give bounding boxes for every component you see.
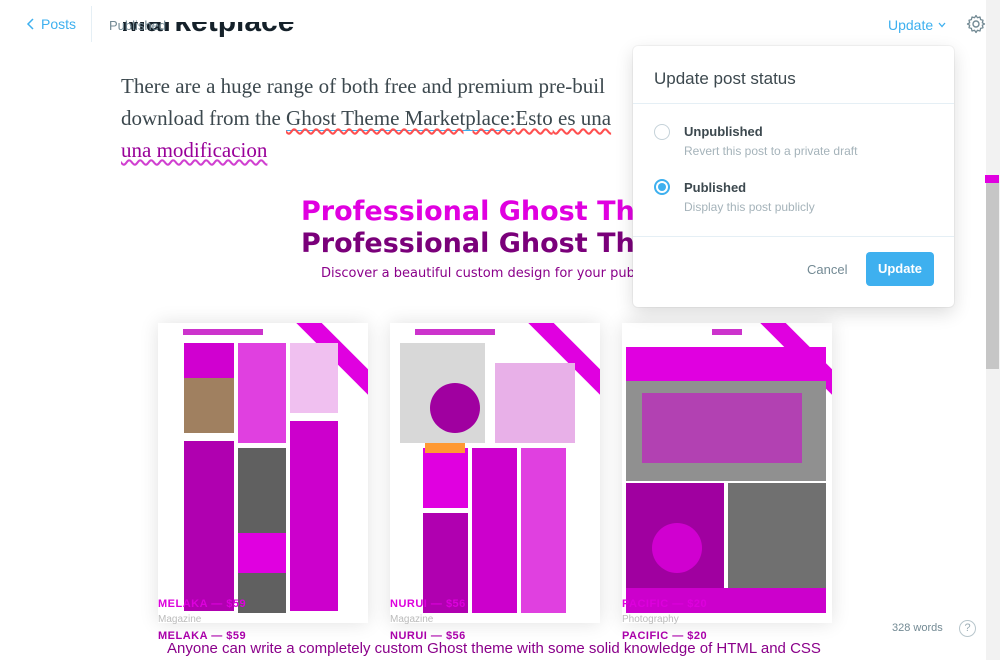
theme-card-pacific	[622, 323, 832, 623]
promo-subtitle: Discover a beautiful custom design for y…	[321, 266, 650, 281]
popover-title: Update post status	[654, 69, 796, 88]
card-block	[290, 421, 338, 611]
popover-divider	[633, 236, 954, 237]
back-label: Posts	[41, 16, 77, 32]
card-header-strip	[712, 329, 742, 335]
theme-card-melaka	[158, 323, 368, 623]
para-spellcheck-text: Esto	[515, 106, 553, 130]
scrollbar-marker	[985, 175, 999, 183]
card-block	[642, 393, 802, 463]
marketplace-link[interactable]: Ghost Theme Marketplace:	[286, 106, 516, 131]
header-divider	[91, 6, 92, 42]
back-to-posts-link[interactable]: Posts	[26, 16, 76, 32]
card-caption-top: MELAKA — $59	[158, 598, 247, 610]
card-block	[472, 448, 517, 613]
promo-bottom-text: Anyone can write a completely custom Gho…	[167, 640, 821, 657]
para-line-2: download from the Ghost Theme Marketplac…	[121, 102, 641, 134]
para-spellcheck-text-2: es una	[552, 106, 612, 130]
cancel-button[interactable]: Cancel	[807, 262, 847, 277]
unpublished-option-description: Revert this post to a private draft	[684, 144, 858, 158]
update-status-popover: Update post status Unpublished Revert th…	[633, 46, 954, 307]
published-radio[interactable]	[654, 179, 670, 195]
post-status-label: Published	[109, 18, 167, 33]
update-button[interactable]: Update	[866, 252, 934, 286]
gear-icon[interactable]	[966, 14, 986, 34]
word-count: 328 words	[892, 622, 943, 634]
update-menu-trigger[interactable]: Update	[888, 17, 946, 33]
card-header-strip	[415, 329, 495, 335]
help-icon[interactable]: ?	[959, 620, 976, 637]
card-block	[238, 448, 286, 613]
card-block	[423, 448, 468, 508]
card-block	[238, 533, 286, 573]
card-block	[626, 347, 826, 381]
body-paragraph[interactable]: There are a huge range of both free and …	[121, 70, 641, 166]
card-block	[430, 383, 480, 433]
card-block	[290, 343, 338, 413]
card-block	[652, 523, 702, 573]
theme-card-nurui	[390, 323, 600, 623]
promo-title-top: Professional Ghost Ther	[301, 196, 667, 227]
scrollbar-thumb[interactable]	[986, 183, 999, 369]
chevron-left-icon	[26, 18, 34, 30]
editor-header: Posts Published Update	[0, 0, 1000, 50]
para-line-3: una modificacion	[121, 138, 268, 162]
para-text: download from the	[121, 106, 287, 130]
published-option-label[interactable]: Published	[684, 180, 746, 195]
card-block	[425, 443, 465, 453]
card-caption-top: NURUI — $56	[390, 598, 466, 610]
published-option-description: Display this post publicly	[684, 200, 815, 214]
unpublished-option-label[interactable]: Unpublished	[684, 124, 763, 139]
para-line-1: There are a huge range of both free and …	[121, 74, 605, 98]
card-block	[184, 378, 234, 433]
chevron-down-icon	[938, 22, 946, 28]
card-caption-top: PACIFIC — $20	[622, 598, 708, 610]
card-caption-sub: Magazine	[390, 614, 434, 625]
card-caption-sub: Photography	[622, 614, 679, 625]
popover-divider	[633, 103, 954, 104]
unpublished-radio[interactable]	[654, 124, 670, 140]
card-block	[238, 343, 286, 443]
update-trigger-label: Update	[888, 17, 934, 33]
card-header-strip	[183, 329, 263, 335]
card-block	[184, 441, 234, 611]
card-block	[495, 363, 575, 443]
card-block	[521, 448, 566, 613]
card-caption-sub: Magazine	[158, 614, 202, 625]
